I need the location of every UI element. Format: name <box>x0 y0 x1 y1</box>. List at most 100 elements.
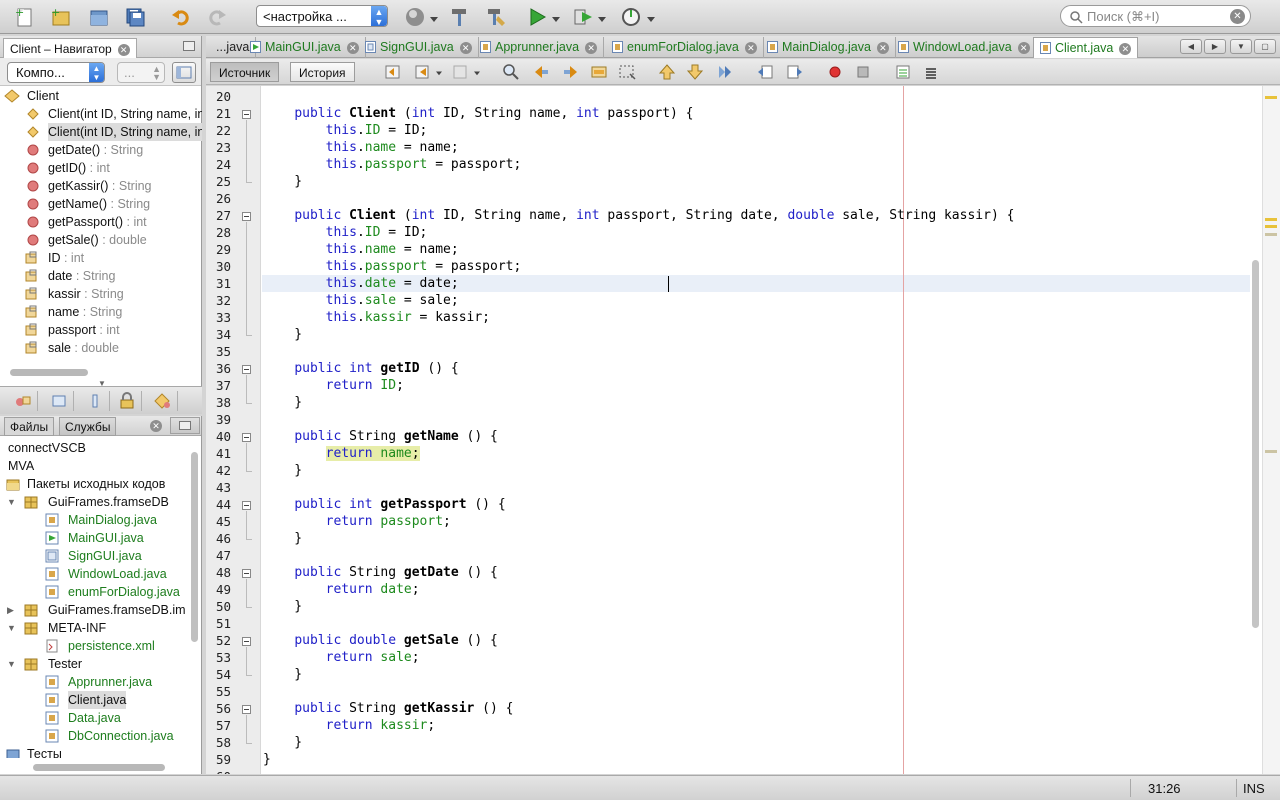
chevron-down-icon[interactable]: ▼ <box>7 619 16 637</box>
vertical-scrollbar[interactable] <box>191 452 198 642</box>
hide-non-public-icon[interactable] <box>112 391 142 411</box>
fold-toggle-icon[interactable] <box>242 569 251 578</box>
tab-files[interactable]: Файлы <box>4 417 55 436</box>
debug-icon[interactable] <box>570 5 596 29</box>
editor-tab[interactable]: MainGUI.java ✕ <box>244 37 366 58</box>
navigator-tab[interactable]: Client – Навигатор ✕ <box>3 38 137 58</box>
occurrence-mark[interactable] <box>1265 450 1277 453</box>
next-bookmark-icon[interactable] <box>686 63 704 81</box>
horizontal-scrollbar[interactable] <box>33 764 165 771</box>
fold-toggle-icon[interactable] <box>242 433 251 442</box>
code-editor[interactable]: 20 21 22 23 24 25 26 27 28 29 30 31 32 33 34 35 36 37 38 39… <box>206 86 1280 774</box>
run-icon[interactable] <box>524 5 550 29</box>
warning-mark[interactable] <box>1265 218 1277 221</box>
chevron-right-icon[interactable]: ▶ <box>7 601 14 619</box>
insert-mode[interactable]: INS <box>1243 781 1265 796</box>
editor-tab-active[interactable]: Client.java ✕ <box>1033 37 1139 58</box>
scroll-tabs-right-icon[interactable]: ▶ <box>1204 39 1226 54</box>
uncomment-icon[interactable] <box>922 63 940 81</box>
tab-list-icon[interactable]: ▼ <box>1230 39 1252 54</box>
warning-mark[interactable] <box>1265 225 1277 228</box>
chevron-down-icon[interactable] <box>430 12 438 22</box>
history-mode-button[interactable]: История <box>290 62 355 82</box>
start-macro-icon[interactable] <box>826 63 844 81</box>
close-icon[interactable]: ✕ <box>585 42 598 54</box>
configuration-select[interactable]: <настройка ... ▲ ▼ <box>256 5 388 27</box>
profile-icon[interactable] <box>618 5 644 29</box>
shift-left-icon[interactable] <box>756 63 774 81</box>
close-icon[interactable]: ✕ <box>346 42 359 54</box>
last-edit-icon[interactable] <box>384 63 402 81</box>
back-icon[interactable] <box>414 63 432 81</box>
fold-toggle-icon[interactable] <box>242 365 251 374</box>
fold-toggle-icon[interactable] <box>242 637 251 646</box>
maximize-icon[interactable]: ▢ <box>1254 39 1276 54</box>
show-inherited-icon[interactable] <box>8 391 38 411</box>
editor-tab[interactable]: MainDialog.java ✕ <box>761 37 896 58</box>
vertical-scrollbar[interactable] <box>1252 260 1259 628</box>
warning-mark[interactable] <box>1265 96 1277 99</box>
horizontal-scrollbar[interactable] <box>10 369 88 376</box>
prev-bookmark-icon[interactable] <box>658 63 676 81</box>
chevron-down-icon[interactable] <box>598 12 606 22</box>
hide-fields-icon[interactable] <box>44 391 74 411</box>
new-project-icon[interactable]: + <box>48 5 74 29</box>
editor-tab[interactable]: enumForDialog.java ✕ <box>606 37 764 58</box>
sort-by-name-icon[interactable] <box>148 391 178 411</box>
source-mode-button[interactable]: Источник <box>210 62 280 82</box>
chevron-down-icon[interactable]: ▼ <box>7 493 16 511</box>
clear-search-icon[interactable]: ✕ <box>1230 9 1245 24</box>
editor-tab[interactable]: Apprunner.java ✕ <box>474 37 605 58</box>
close-icon[interactable]: ✕ <box>1119 43 1132 55</box>
chevron-down-icon[interactable] <box>436 70 442 76</box>
redo-icon[interactable] <box>204 5 230 29</box>
navigator-layout-button[interactable] <box>172 62 196 83</box>
clean-build-icon[interactable] <box>483 5 509 29</box>
toggle-bookmark-icon[interactable] <box>716 63 734 81</box>
chevron-down-icon[interactable]: ▼ <box>7 655 16 673</box>
editor-tab[interactable]: SignGUI.java ✕ <box>359 37 479 58</box>
find-previous-icon[interactable] <box>532 63 550 81</box>
new-file-icon[interactable]: + <box>12 5 38 29</box>
scroll-tabs-left-icon[interactable]: ◀ <box>1180 39 1202 54</box>
package-icon <box>24 604 38 617</box>
hide-static-icon[interactable] <box>80 391 110 411</box>
close-icon[interactable]: ✕ <box>744 42 757 54</box>
search-input[interactable]: Поиск (⌘+I) ✕ <box>1060 5 1251 27</box>
fold-toggle-icon[interactable] <box>242 110 251 119</box>
close-icon[interactable]: ✕ <box>1017 42 1030 54</box>
fold-toggle-icon[interactable] <box>242 705 251 714</box>
globe-icon[interactable] <box>402 5 428 29</box>
chevron-down-icon[interactable] <box>474 70 480 76</box>
undo-icon[interactable] <box>168 5 194 29</box>
build-hammer-icon[interactable] <box>447 5 473 29</box>
stop-macro-icon[interactable] <box>854 63 872 81</box>
toggle-highlight-icon[interactable] <box>590 63 608 81</box>
tree-item-label: ID <box>48 251 61 265</box>
forward-icon[interactable] <box>452 63 470 81</box>
fold-toggle-icon[interactable] <box>242 501 251 510</box>
find-next-icon[interactable] <box>562 63 580 81</box>
chevron-down-icon[interactable] <box>647 12 655 22</box>
close-icon[interactable]: ✕ <box>876 42 889 54</box>
open-project-icon[interactable] <box>86 5 112 29</box>
chevron-down-icon[interactable] <box>552 12 560 22</box>
editor-tab[interactable]: WindowLoad.java ✕ <box>892 37 1037 58</box>
occurrence-mark[interactable] <box>1265 233 1277 236</box>
minimize-icon[interactable] <box>183 41 195 51</box>
tab-services[interactable]: Службы <box>59 417 117 436</box>
save-all-icon[interactable] <box>122 5 148 29</box>
tree-item-type: : int <box>123 215 147 229</box>
navigator-view-select[interactable]: Компо... ▲ ▼ <box>7 62 105 83</box>
navigator-filter-select[interactable]: ... ▲ ▼ <box>117 62 165 83</box>
close-icon[interactable]: ✕ <box>150 420 162 432</box>
minimize-icon[interactable] <box>170 417 200 434</box>
close-icon[interactable]: ✕ <box>117 44 130 56</box>
fold-toggle-icon[interactable] <box>242 212 251 221</box>
comment-icon[interactable] <box>894 63 912 81</box>
find-icon[interactable] <box>502 63 520 81</box>
close-icon[interactable]: ✕ <box>459 42 472 54</box>
rect-select-icon[interactable] <box>618 63 636 81</box>
line-number: 22 <box>215 123 231 138</box>
shift-right-icon[interactable] <box>786 63 804 81</box>
